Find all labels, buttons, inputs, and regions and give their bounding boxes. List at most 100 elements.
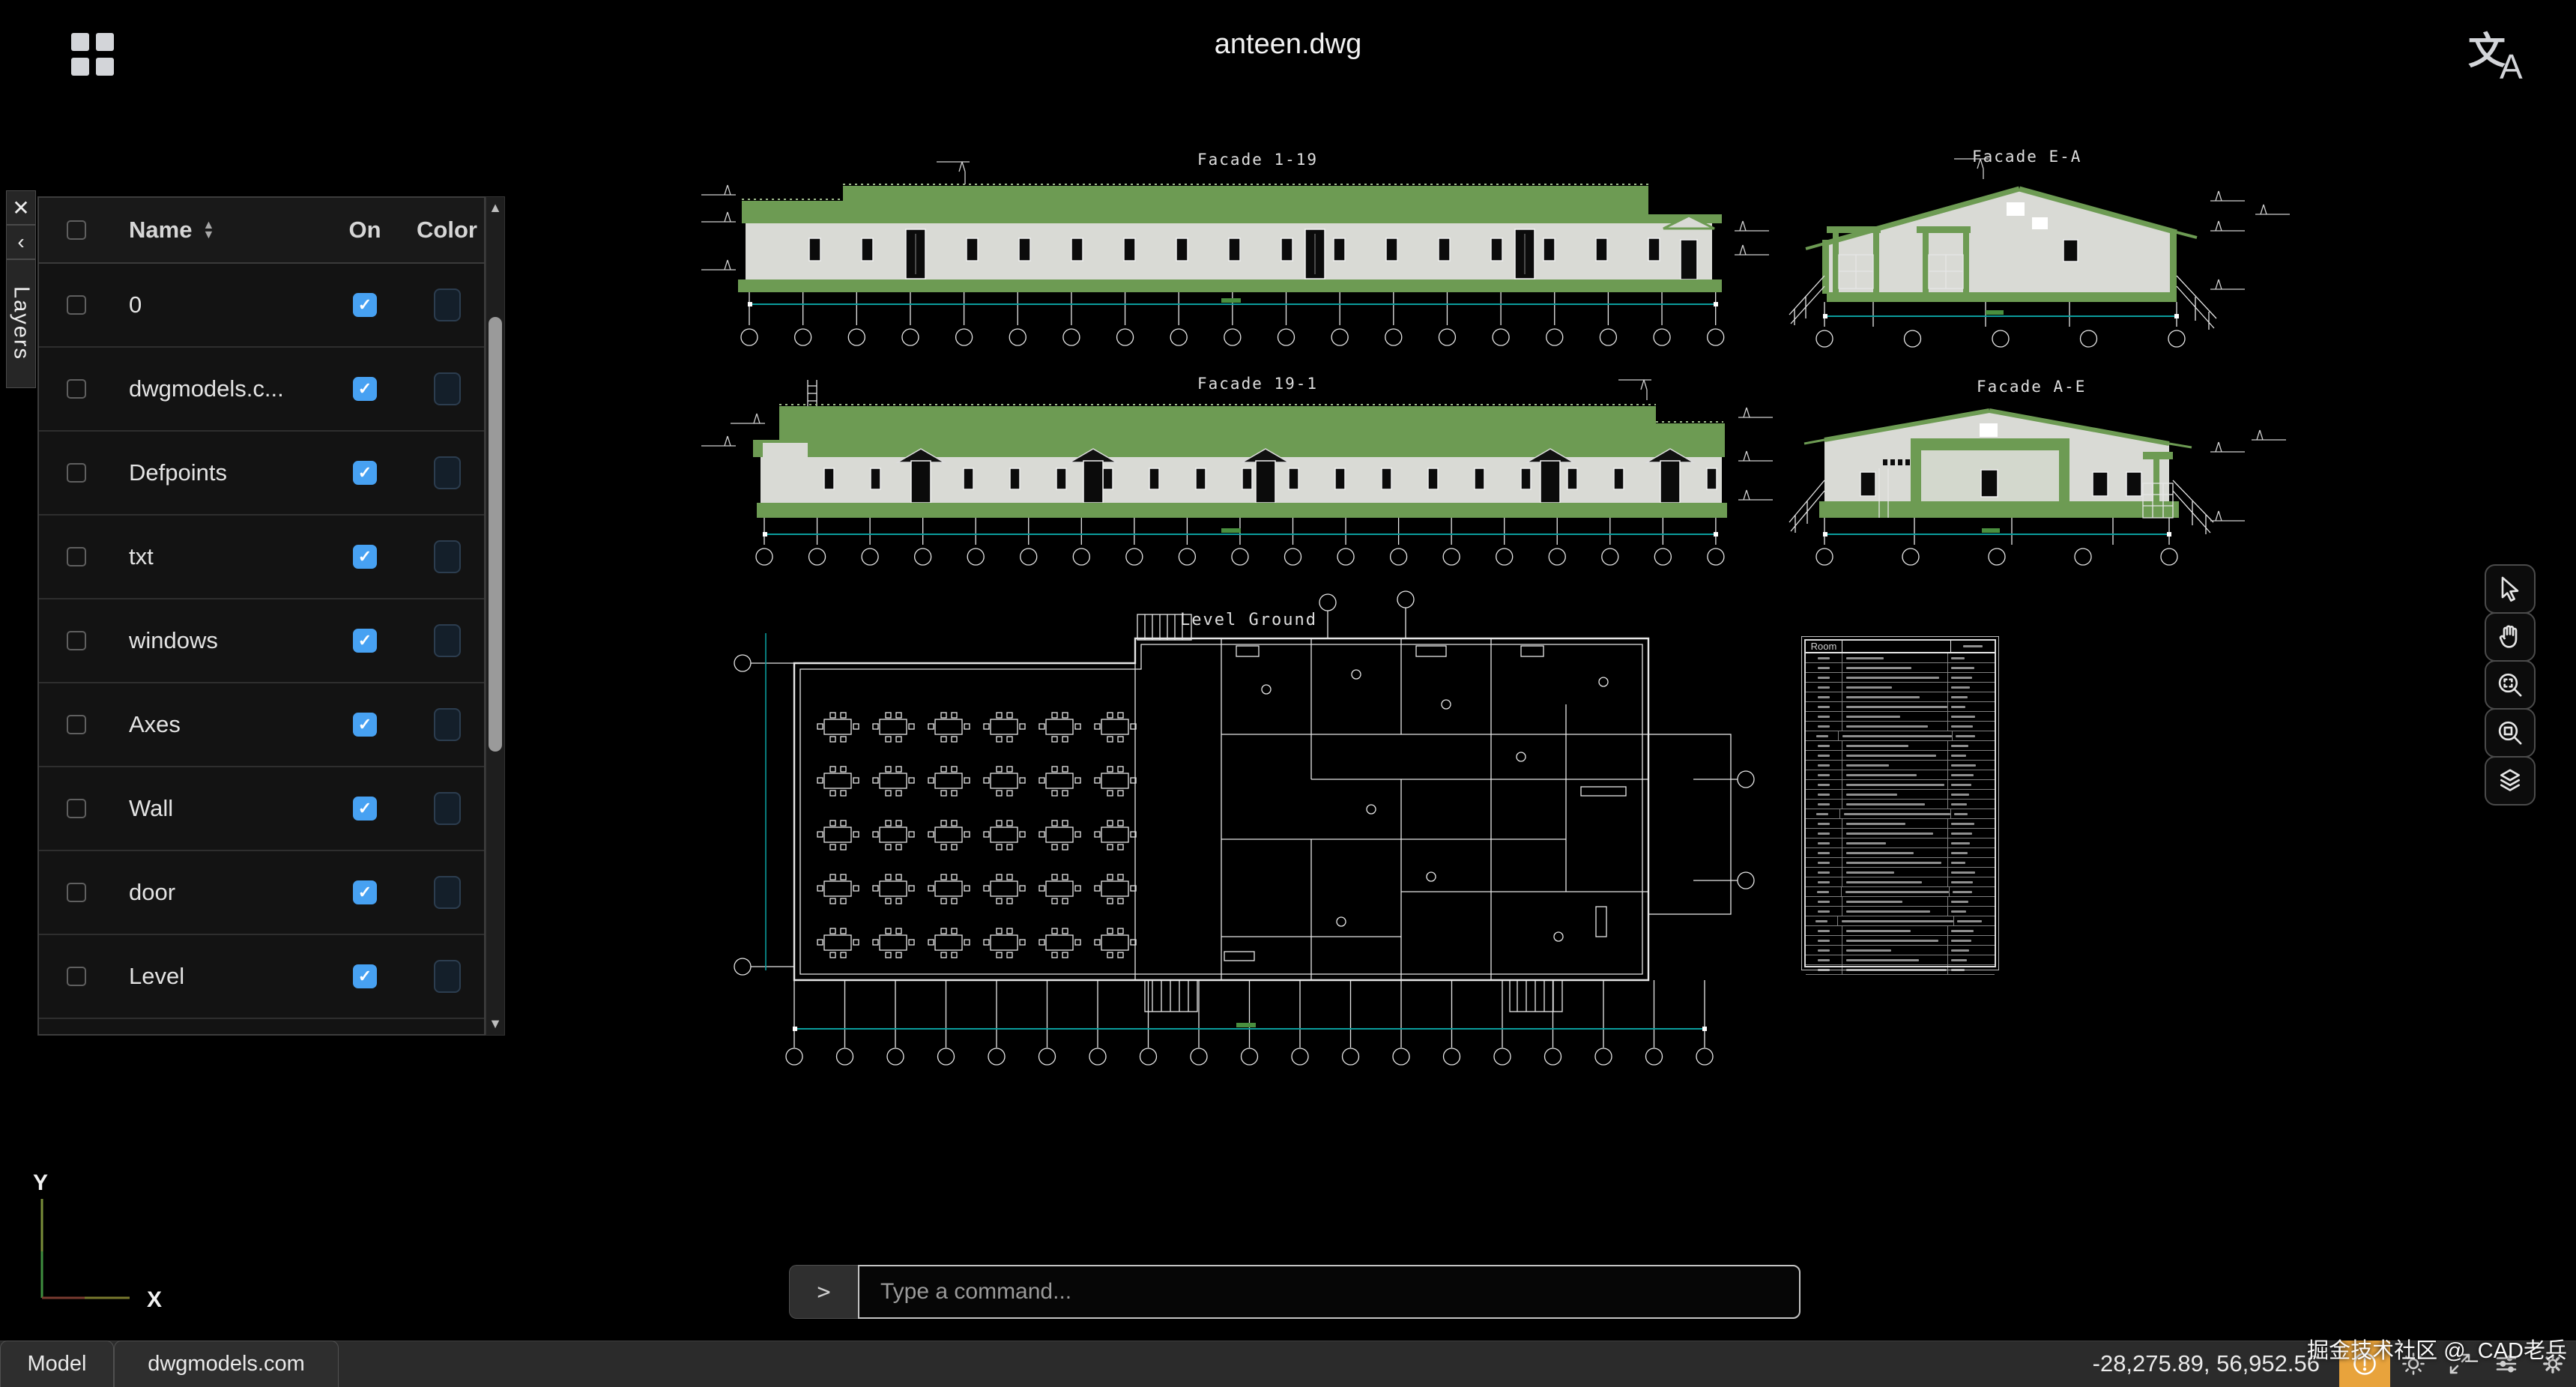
layers-panel: Name ▲ ▼ On Color 0✓dwgmodels.c...✓Defpo… (37, 196, 486, 1036)
layer-visibility-checkbox[interactable]: ✓ (353, 797, 377, 821)
layer-select-checkbox[interactable] (67, 799, 86, 818)
translate-icon[interactable]: 文 A (2468, 21, 2533, 90)
command-input[interactable] (858, 1265, 1801, 1319)
layer-row[interactable]: dwgmodels.c... ✓ (39, 346, 484, 430)
ucs-axes: Y X (13, 1169, 186, 1334)
layer-row[interactable]: Wall ✓ (39, 766, 484, 850)
watermark: 掘金技术社区 @_CAD老兵 (2307, 1333, 2567, 1365)
facade-1-19-label: Facade 1-19 (1197, 151, 1318, 169)
room-table-row (1806, 858, 1995, 868)
scroll-down-icon[interactable]: ▼ (486, 1016, 504, 1032)
room-table-row (1806, 692, 1995, 702)
room-table-row (1806, 722, 1995, 731)
layer-select-checkbox[interactable] (67, 967, 86, 986)
layer-visibility-checkbox[interactable]: ✓ (353, 461, 377, 485)
layout-tabs: Model dwgmodels.com (0, 1341, 339, 1387)
layer-row[interactable]: Defpoints ✓ (39, 430, 484, 514)
zoom-window-icon (2495, 718, 2525, 748)
command-prompt-icon: > (789, 1265, 858, 1319)
pan-tool[interactable] (2485, 612, 2536, 662)
sort-icon[interactable]: ▲ ▼ (202, 220, 214, 240)
layer-visibility-checkbox[interactable]: ✓ (353, 880, 377, 904)
facade-e-a-label: Facade E-A (1972, 148, 2081, 166)
room-table-row (1806, 683, 1995, 692)
layers-scrollbar[interactable]: ▲ ▼ (486, 196, 505, 1036)
layer-select-checkbox[interactable] (67, 379, 86, 399)
layer-row[interactable]: Level✓ (39, 934, 484, 1018)
collapse-panel-icon[interactable]: ‹ (6, 225, 36, 259)
zoom-window-tool[interactable] (2485, 708, 2536, 758)
layer-color-swatch[interactable] (434, 708, 461, 741)
zoom-extents-icon (2495, 670, 2525, 700)
layer-visibility-checkbox[interactable]: ✓ (353, 545, 377, 569)
layer-color-swatch[interactable] (434, 960, 461, 993)
facade-e-a-drawing: Facade E-A (1761, 142, 2570, 360)
room-table-row (1806, 955, 1995, 965)
layer-row[interactable]: Axes ✓ (39, 682, 484, 766)
room-table-row (1806, 741, 1995, 751)
layers-list: 0✓dwgmodels.c...✓Defpoints✓txt✓windows✓A… (39, 264, 484, 1036)
scroll-up-icon[interactable]: ▲ (486, 200, 504, 216)
room-table-row (1806, 887, 1995, 897)
layers-header-row: Name ▲ ▼ On Color (39, 198, 484, 264)
close-icon[interactable]: ✕ (6, 190, 36, 225)
layer-color-swatch[interactable] (434, 792, 461, 825)
scrollbar-thumb[interactable] (489, 317, 502, 752)
layer-select-checkbox[interactable] (67, 547, 86, 566)
room-table-row (1806, 790, 1995, 800)
zoom-extents-tool[interactable] (2485, 660, 2536, 710)
layer-select-checkbox[interactable] (67, 715, 86, 734)
layer-name: dwgmodels.c... (129, 375, 320, 402)
room-table-rows (1806, 653, 1995, 975)
layers-tool[interactable] (2485, 756, 2536, 806)
layer-select-checkbox[interactable] (67, 463, 86, 483)
tab-dwgmodels[interactable]: dwgmodels.com (114, 1341, 339, 1387)
layer-row[interactable]: 0✓ (39, 264, 484, 346)
layer-select-checkbox[interactable] (67, 631, 86, 650)
room-table-row (1806, 770, 1995, 780)
layer-row[interactable]: door ✓ (39, 850, 484, 934)
room-table-row (1806, 819, 1995, 829)
layer-visibility-checkbox[interactable]: ✓ (353, 964, 377, 988)
layer-select-checkbox[interactable] (67, 883, 86, 902)
layer-name: Defpoints (129, 459, 320, 486)
layer-select-checkbox[interactable] (67, 295, 86, 315)
ucs-x-label: X (147, 1287, 162, 1312)
layer-name: txt (129, 543, 320, 570)
layers-panel-title: Layers (6, 259, 36, 388)
layer-color-swatch[interactable] (434, 540, 461, 573)
facade-19-1-drawing: Facade 19-1 (697, 371, 1806, 596)
layer-color-swatch[interactable] (434, 876, 461, 909)
layer-name: door (129, 879, 320, 906)
layer-row[interactable]: windows ✓ (39, 598, 484, 682)
room-table-row (1806, 936, 1995, 946)
layer-color-swatch[interactable] (434, 624, 461, 657)
layer-visibility-checkbox[interactable]: ✓ (353, 377, 377, 401)
layer-name: windows (129, 627, 320, 654)
room-schedule-table: Room (1804, 639, 1996, 967)
layer-name: Axes (129, 711, 320, 738)
layer-row[interactable]: txt ✓ (39, 514, 484, 598)
room-table-row (1806, 809, 1995, 819)
ucs-y-label: Y (33, 1170, 48, 1195)
select-tool[interactable] (2485, 564, 2536, 614)
room-table-row (1806, 838, 1995, 848)
layer-name: 0 (129, 291, 320, 318)
level-ground-label: Level Ground (1180, 611, 1317, 629)
layer-color-swatch[interactable] (434, 372, 461, 405)
facade-19-1-label: Facade 19-1 (1197, 375, 1318, 393)
layer-visibility-checkbox[interactable]: ✓ (353, 293, 377, 317)
room-table-row (1806, 663, 1995, 673)
layer-color-swatch[interactable] (434, 288, 461, 321)
tab-model[interactable]: Model (0, 1341, 114, 1387)
layer-row[interactable]: ✓ (39, 1018, 484, 1036)
room-table-row (1806, 926, 1995, 936)
layer-name: Wall (129, 795, 320, 822)
room-table-row (1806, 916, 1995, 926)
layer-visibility-checkbox[interactable]: ✓ (353, 713, 377, 737)
layer-color-swatch[interactable] (434, 456, 461, 489)
room-table-row (1806, 653, 1995, 663)
column-header-name[interactable]: Name (129, 217, 192, 244)
layer-visibility-checkbox[interactable]: ✓ (353, 629, 377, 653)
select-all-checkbox[interactable] (67, 220, 86, 240)
